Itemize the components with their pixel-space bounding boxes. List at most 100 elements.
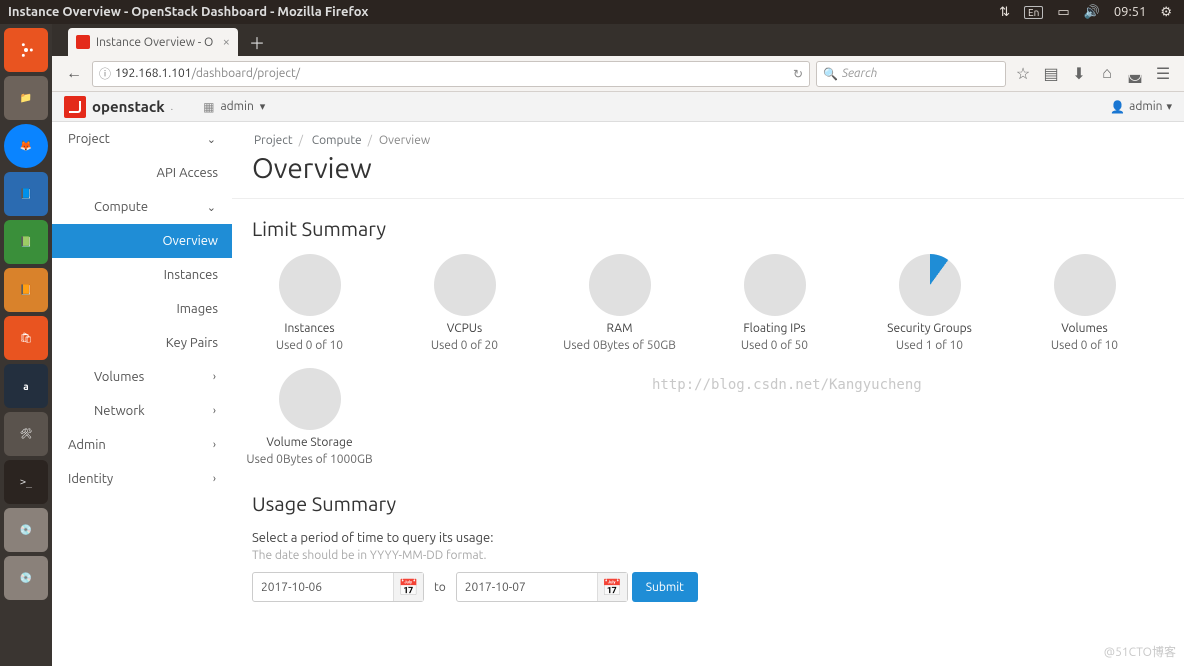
limit-name: Volumes xyxy=(1007,322,1162,335)
usage-prompt: Select a period of time to query its usa… xyxy=(232,517,1184,545)
hamburger-icon[interactable]: ☰ xyxy=(1152,63,1174,85)
limit-pie xyxy=(744,254,806,316)
submit-button[interactable]: Submit xyxy=(632,572,698,602)
url-host: 192.168.1.101 xyxy=(115,67,192,80)
window-title: Instance Overview - OpenStack Dashboard … xyxy=(0,5,999,19)
limit-usage: Used 0Bytes of 50GB xyxy=(542,339,697,352)
tab-favicon xyxy=(76,35,90,49)
dashboard-topbar: openstack. ▦ admin ▾ 👤 admin ▾ xyxy=(52,92,1184,122)
sidebar-label: Overview xyxy=(162,234,218,248)
crumb-compute[interactable]: Compute xyxy=(312,134,362,147)
search-input[interactable] xyxy=(842,67,999,80)
settings-gear-icon[interactable]: ⚙ xyxy=(1160,5,1172,20)
back-button[interactable]: ← xyxy=(62,62,86,86)
usage-query-form: 📅 to 📅 Submit xyxy=(232,572,1184,622)
date-to-wrap: 📅 xyxy=(456,572,628,602)
sidebar-item-volumes[interactable]: Volumes › xyxy=(52,360,232,394)
system-indicators: ⇅ En ▭ 🔊 09:51 ⚙ xyxy=(999,5,1184,20)
grid-icon: ▦ xyxy=(203,100,214,114)
battery-icon[interactable]: ▭ xyxy=(1057,5,1069,20)
limit-card: Volume StorageUsed 0Bytes of 1000GB xyxy=(232,360,387,474)
limit-name: RAM xyxy=(542,322,697,335)
search-icon: 🔍 xyxy=(823,67,838,81)
project-name: admin xyxy=(220,100,253,113)
openstack-logo[interactable]: openstack. xyxy=(64,96,173,118)
firefox-toolbar: ← ⓘ 192.168.1.101/dashboard/project/ ↻ 🔍… xyxy=(52,56,1184,92)
bookmarks-list-icon[interactable]: ▤ xyxy=(1040,63,1062,85)
brand-text: openstack xyxy=(92,98,165,115)
calc-icon[interactable]: 📗 xyxy=(4,220,48,264)
browser-tab[interactable]: Instance Overview - O × xyxy=(68,28,238,56)
sidebar-item-api-access[interactable]: API Access xyxy=(52,156,232,190)
chevron-right-icon: › xyxy=(213,473,216,485)
limit-pie xyxy=(589,254,651,316)
sidebar-item-images[interactable]: Images xyxy=(52,292,232,326)
sidebar-item-network[interactable]: Network › xyxy=(52,394,232,428)
sidebar-label: Network xyxy=(94,404,145,418)
sidebar-label: Volumes xyxy=(94,370,144,384)
calendar-icon[interactable]: 📅 xyxy=(597,573,627,601)
limit-usage: Used 0 of 10 xyxy=(1007,339,1162,352)
calendar-icon[interactable]: 📅 xyxy=(393,573,423,601)
files-icon[interactable]: 📁 xyxy=(4,76,48,120)
software-center-icon[interactable]: 🛍 xyxy=(4,316,48,360)
sidebar-item-project[interactable]: Project ⌄ xyxy=(52,122,232,156)
sidebar-item-overview[interactable]: Overview xyxy=(52,224,232,258)
crumb-overview: Overview xyxy=(379,134,430,147)
sidebar-label: Key Pairs xyxy=(166,336,218,350)
disk2-icon[interactable]: 💿 xyxy=(4,556,48,600)
limit-usage: Used 0 of 10 xyxy=(232,339,387,352)
chevron-down-icon: ▾ xyxy=(1166,100,1172,113)
tab-title: Instance Overview - O xyxy=(96,36,213,49)
sidebar-item-identity[interactable]: Identity › xyxy=(52,462,232,496)
firefox-icon[interactable]: 🦊 xyxy=(4,124,48,168)
chevron-right-icon: › xyxy=(213,371,216,383)
limit-name: Security Groups xyxy=(852,322,1007,335)
project-dropdown[interactable]: ▦ admin ▾ xyxy=(203,100,265,114)
bookmark-star-icon[interactable]: ☆ xyxy=(1012,63,1034,85)
dash-icon[interactable] xyxy=(4,28,48,72)
user-icon: 👤 xyxy=(1110,100,1125,114)
terminal-icon[interactable]: >_ xyxy=(4,460,48,504)
sidebar-item-admin[interactable]: Admin › xyxy=(52,428,232,462)
site-info-icon[interactable]: ⓘ xyxy=(99,65,111,82)
language-indicator[interactable]: En xyxy=(1024,6,1043,19)
date-from-input[interactable] xyxy=(253,581,393,594)
sidebar-label: Images xyxy=(176,302,218,316)
sidebar-label: Project xyxy=(68,132,110,146)
search-bar[interactable]: 🔍 xyxy=(816,61,1006,87)
home-icon[interactable]: ⌂ xyxy=(1096,63,1118,85)
reload-icon[interactable]: ↻ xyxy=(793,67,803,81)
limit-pie xyxy=(434,254,496,316)
downloads-icon[interactable]: ⬇ xyxy=(1068,63,1090,85)
date-from-wrap: 📅 xyxy=(252,572,424,602)
limit-pie xyxy=(279,368,341,430)
date-to-input[interactable] xyxy=(457,581,597,594)
chevron-right-icon: › xyxy=(213,439,216,451)
user-name: admin xyxy=(1129,100,1162,113)
new-tab-button[interactable]: ＋ xyxy=(244,31,270,53)
writer-icon[interactable]: 📘 xyxy=(4,172,48,216)
network-icon[interactable]: ⇅ xyxy=(999,5,1010,20)
limit-name: Floating IPs xyxy=(697,322,852,335)
amazon-icon[interactable]: a xyxy=(4,364,48,408)
sidebar-item-compute[interactable]: Compute ⌄ xyxy=(52,190,232,224)
sound-icon[interactable]: 🔊 xyxy=(1084,5,1100,20)
user-dropdown[interactable]: 👤 admin ▾ xyxy=(1110,100,1172,114)
crumb-project[interactable]: Project xyxy=(254,134,293,147)
unity-launcher: 📁 🦊 📘 📗 📙 🛍 a 🛠 >_ 💿 💿 xyxy=(0,24,52,666)
settings-icon[interactable]: 🛠 xyxy=(4,412,48,456)
address-bar[interactable]: ⓘ 192.168.1.101/dashboard/project/ ↻ xyxy=(92,61,810,87)
limit-usage: Used 0Bytes of 1000GB xyxy=(232,453,387,466)
sidebar-item-instances[interactable]: Instances xyxy=(52,258,232,292)
pocket-icon[interactable]: ◛ xyxy=(1124,63,1146,85)
tab-close-icon[interactable]: × xyxy=(223,35,230,49)
to-label: to xyxy=(434,581,446,594)
limit-card: VCPUsUsed 0 of 20 xyxy=(387,246,542,360)
firefox-tabstrip: Instance Overview - O × ＋ xyxy=(52,24,1184,56)
limit-pie xyxy=(899,254,961,316)
disk1-icon[interactable]: 💿 xyxy=(4,508,48,552)
sidebar-item-key-pairs[interactable]: Key Pairs xyxy=(52,326,232,360)
impress-icon[interactable]: 📙 xyxy=(4,268,48,312)
clock[interactable]: 09:51 xyxy=(1114,5,1147,19)
